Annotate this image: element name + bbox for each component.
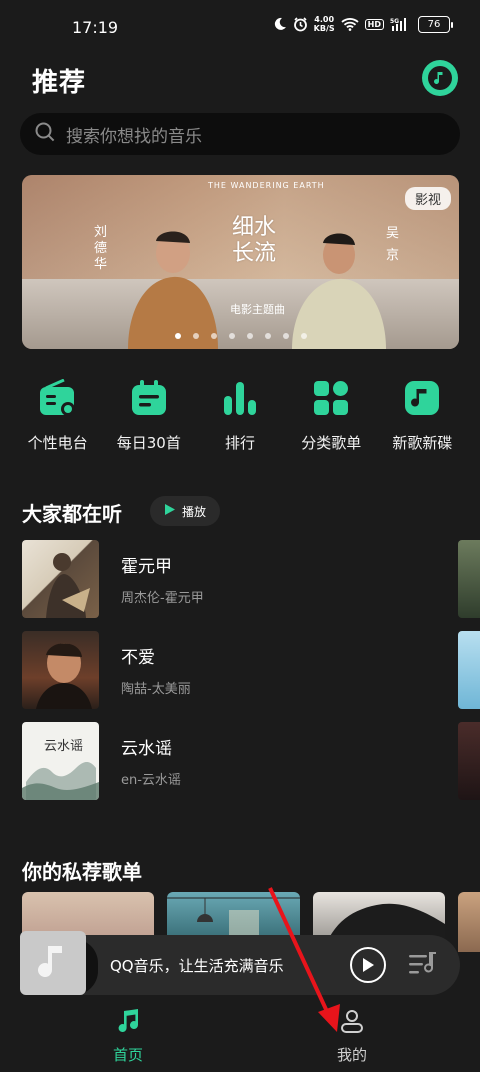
chart-bars-icon bbox=[220, 378, 260, 418]
person-icon bbox=[339, 1008, 365, 1038]
battery-indicator: 76 bbox=[418, 15, 453, 33]
album-cover bbox=[22, 540, 99, 618]
banner-dot[interactable] bbox=[264, 333, 271, 339]
banner-dot[interactable] bbox=[282, 333, 289, 339]
list-item[interactable]: 不爱 陶喆-太美丽 bbox=[22, 631, 442, 709]
bottom-nav: 首页 我的 bbox=[0, 1000, 480, 1072]
radio-icon bbox=[38, 378, 78, 418]
playlist-card[interactable] bbox=[458, 892, 480, 952]
song-title: 云水谣 bbox=[121, 739, 172, 759]
banner-dot[interactable] bbox=[228, 333, 235, 339]
next-column-cover[interactable] bbox=[458, 540, 480, 618]
svg-text:云水谣: 云水谣 bbox=[44, 739, 83, 754]
song-title: 不爱 bbox=[121, 648, 155, 668]
banner-dot[interactable] bbox=[246, 333, 253, 339]
status-time: 17:19 bbox=[72, 18, 119, 37]
banner-dot[interactable] bbox=[300, 333, 307, 339]
wifi-icon bbox=[341, 17, 359, 31]
qq-music-logo-icon[interactable] bbox=[422, 60, 458, 96]
svg-text:5G: 5G bbox=[390, 18, 399, 25]
song-list: 霍元甲 周杰伦-霍元甲 不爱 陶喆-太美丽 云水谣 云水谣 en-云水谣 bbox=[22, 540, 442, 813]
player-text: QQ音乐，让生活充满音乐 bbox=[110, 957, 284, 975]
next-column-cover[interactable] bbox=[458, 631, 480, 709]
moon-icon bbox=[273, 17, 287, 31]
search-placeholder: 搜索你想找的音乐 bbox=[66, 126, 202, 147]
album-cover bbox=[22, 631, 99, 709]
category-radio[interactable]: 个性电台 bbox=[12, 378, 103, 453]
play-icon bbox=[363, 958, 374, 972]
grid-icon bbox=[311, 378, 351, 418]
play-button[interactable] bbox=[350, 947, 386, 983]
song-subtitle: en-云水谣 bbox=[121, 773, 181, 788]
nav-home[interactable]: 首页 bbox=[88, 1008, 168, 1065]
banner-artist-right: 吴京 bbox=[386, 226, 400, 263]
play-icon bbox=[164, 503, 176, 519]
category-playlists[interactable]: 分类歌单 bbox=[286, 378, 377, 453]
banner-dot[interactable] bbox=[210, 333, 217, 339]
next-column-cover[interactable] bbox=[458, 722, 480, 800]
album-cover: 云水谣 bbox=[22, 722, 99, 800]
category-new-releases-label: 新歌新碟 bbox=[392, 434, 453, 452]
alarm-icon bbox=[293, 16, 308, 32]
play-all-button[interactable]: 播放 bbox=[150, 496, 220, 526]
banner-english-title: THE WANDERING EARTH bbox=[208, 181, 325, 190]
banner-person-left bbox=[128, 231, 218, 349]
song-subtitle: 陶喆-太美丽 bbox=[121, 682, 191, 697]
player-cover bbox=[20, 931, 86, 995]
hd-badge: HD bbox=[364, 18, 384, 30]
category-radio-label: 个性电台 bbox=[27, 434, 88, 452]
mini-player[interactable]: QQ音乐，让生活充满音乐 bbox=[20, 931, 460, 995]
category-shortcuts: 个性电台 每日30首 排行 分类歌单 新歌新碟 bbox=[0, 378, 480, 453]
song-subtitle: 周杰伦-霍元甲 bbox=[121, 591, 204, 606]
calendar-icon bbox=[129, 378, 169, 418]
search-icon bbox=[34, 121, 56, 147]
music-note-icon bbox=[115, 1008, 141, 1038]
nav-home-label: 首页 bbox=[112, 1046, 143, 1064]
music-note-icon bbox=[38, 946, 62, 978]
banner-artist-left: 刘德华 bbox=[94, 225, 108, 272]
list-item[interactable]: 云水谣 云水谣 en-云水谣 bbox=[22, 722, 442, 800]
play-all-label: 播放 bbox=[181, 504, 206, 519]
category-daily30[interactable]: 每日30首 bbox=[103, 378, 194, 453]
category-charts[interactable]: 排行 bbox=[194, 378, 285, 453]
banner-title: 细水长流 bbox=[232, 215, 277, 266]
category-charts-label: 排行 bbox=[225, 434, 256, 452]
banner-person-right bbox=[292, 233, 386, 349]
list-item[interactable]: 霍元甲 周杰伦-霍元甲 bbox=[22, 540, 442, 618]
banner-subtitle: 电影主题曲 bbox=[230, 303, 285, 316]
search-input[interactable]: 搜索你想找的音乐 bbox=[20, 113, 460, 155]
category-daily30-label: 每日30首 bbox=[116, 434, 181, 452]
banner-tag: 影视 bbox=[404, 187, 451, 210]
status-bar: 17:19 4.00 KB/S HD 5G 76 bbox=[0, 0, 480, 52]
section-title-playlists: 你的私荐歌单 bbox=[22, 860, 142, 884]
net-speed-unit: KB/S bbox=[313, 24, 335, 33]
net-speed: 4.00 KB/S bbox=[314, 15, 335, 33]
playlist-icon[interactable] bbox=[408, 951, 438, 983]
music-note-icon bbox=[402, 378, 442, 418]
category-new-releases[interactable]: 新歌新碟 bbox=[377, 378, 468, 453]
promo-banner[interactable]: THE WANDERING EARTH 刘德华 吴京 细水长流 电影主题曲 影视 bbox=[22, 175, 459, 349]
banner-pagination bbox=[22, 333, 459, 339]
status-icons: 4.00 KB/S HD 5G 76 bbox=[273, 15, 453, 33]
banner-dot[interactable] bbox=[174, 333, 181, 339]
section-title-listening: 大家都在听 bbox=[22, 502, 122, 526]
banner-dot[interactable] bbox=[192, 333, 199, 339]
page-title: 推荐 bbox=[32, 68, 87, 98]
nav-mine-label: 我的 bbox=[336, 1046, 367, 1064]
nav-mine[interactable]: 我的 bbox=[312, 1008, 392, 1065]
net-speed-value: 4.00 bbox=[314, 15, 335, 24]
category-playlists-label: 分类歌单 bbox=[301, 434, 362, 452]
signal-icon: 5G bbox=[390, 17, 412, 32]
song-title: 霍元甲 bbox=[121, 557, 172, 577]
